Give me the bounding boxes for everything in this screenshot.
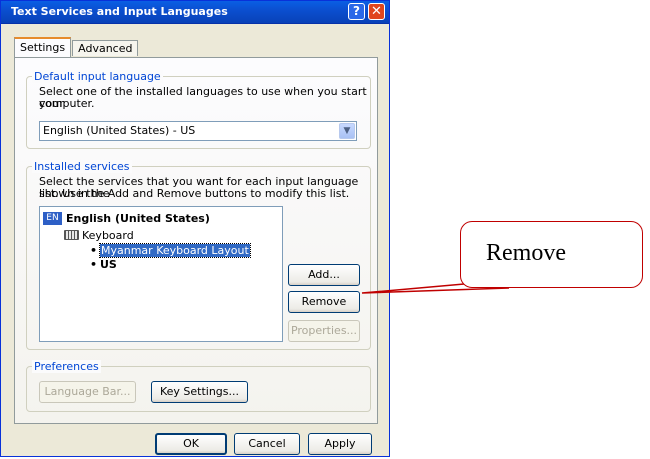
tree-keyboard-label: Keyboard: [82, 229, 134, 242]
add-button[interactable]: Add...: [288, 264, 360, 286]
default-input-description-line2: computer.: [39, 97, 95, 110]
tree-myanmar-label: Myanmar Keyboard Layout: [99, 243, 251, 258]
language-badge-icon: EN: [43, 212, 62, 225]
default-language-dropdown[interactable]: English (United States) - US ▼: [39, 121, 357, 141]
tree-item-keyboard[interactable]: Keyboard: [64, 229, 134, 242]
installed-services-description-line2: list. Use the Add and Remove buttons to …: [39, 187, 350, 200]
installed-services-legend: Installed services: [32, 160, 132, 173]
tab-settings[interactable]: Settings: [14, 37, 72, 57]
cancel-button[interactable]: Cancel: [234, 433, 300, 455]
default-input-language-legend: Default input language: [32, 70, 163, 83]
installed-services-tree[interactable]: EN English (United States) Keyboard • Myan…: [39, 206, 283, 342]
tab-advanced[interactable]: Advanced: [72, 40, 139, 56]
callout-text: Remove: [486, 240, 566, 266]
close-button[interactable]: ✕: [368, 3, 385, 20]
title-bar[interactable]: Text Services and Input Languages ? ✕: [1, 1, 389, 24]
chevron-down-icon[interactable]: ▼: [339, 123, 355, 139]
ok-button[interactable]: OK: [155, 433, 227, 455]
help-button[interactable]: ?: [348, 3, 365, 20]
tab-strip: Settings Advanced: [14, 37, 139, 57]
tree-us-label: US: [100, 258, 117, 271]
callout-bubble: Remove: [460, 221, 643, 288]
keyboard-icon: [64, 230, 79, 240]
tree-item-language[interactable]: EN English (United States): [43, 212, 210, 225]
dialog-window: Text Services and Input Languages ? ✕ Se…: [0, 0, 390, 457]
remove-button[interactable]: Remove: [288, 291, 360, 313]
window-title: Text Services and Input Languages: [11, 5, 228, 18]
properties-button[interactable]: Properties...: [288, 320, 360, 342]
apply-button[interactable]: Apply: [308, 433, 372, 455]
tree-item-myanmar-layout[interactable]: • Myanmar Keyboard Layout: [90, 243, 251, 258]
key-settings-button[interactable]: Key Settings...: [151, 381, 248, 403]
default-language-value: English (United States) - US: [43, 124, 196, 137]
preferences-legend: Preferences: [32, 360, 101, 373]
language-bar-button[interactable]: Language Bar...: [39, 381, 136, 403]
bullet-icon: •: [90, 258, 98, 271]
tree-language-label: English (United States): [66, 212, 210, 225]
tree-item-us[interactable]: • US: [90, 258, 117, 271]
bullet-icon: •: [90, 244, 98, 257]
